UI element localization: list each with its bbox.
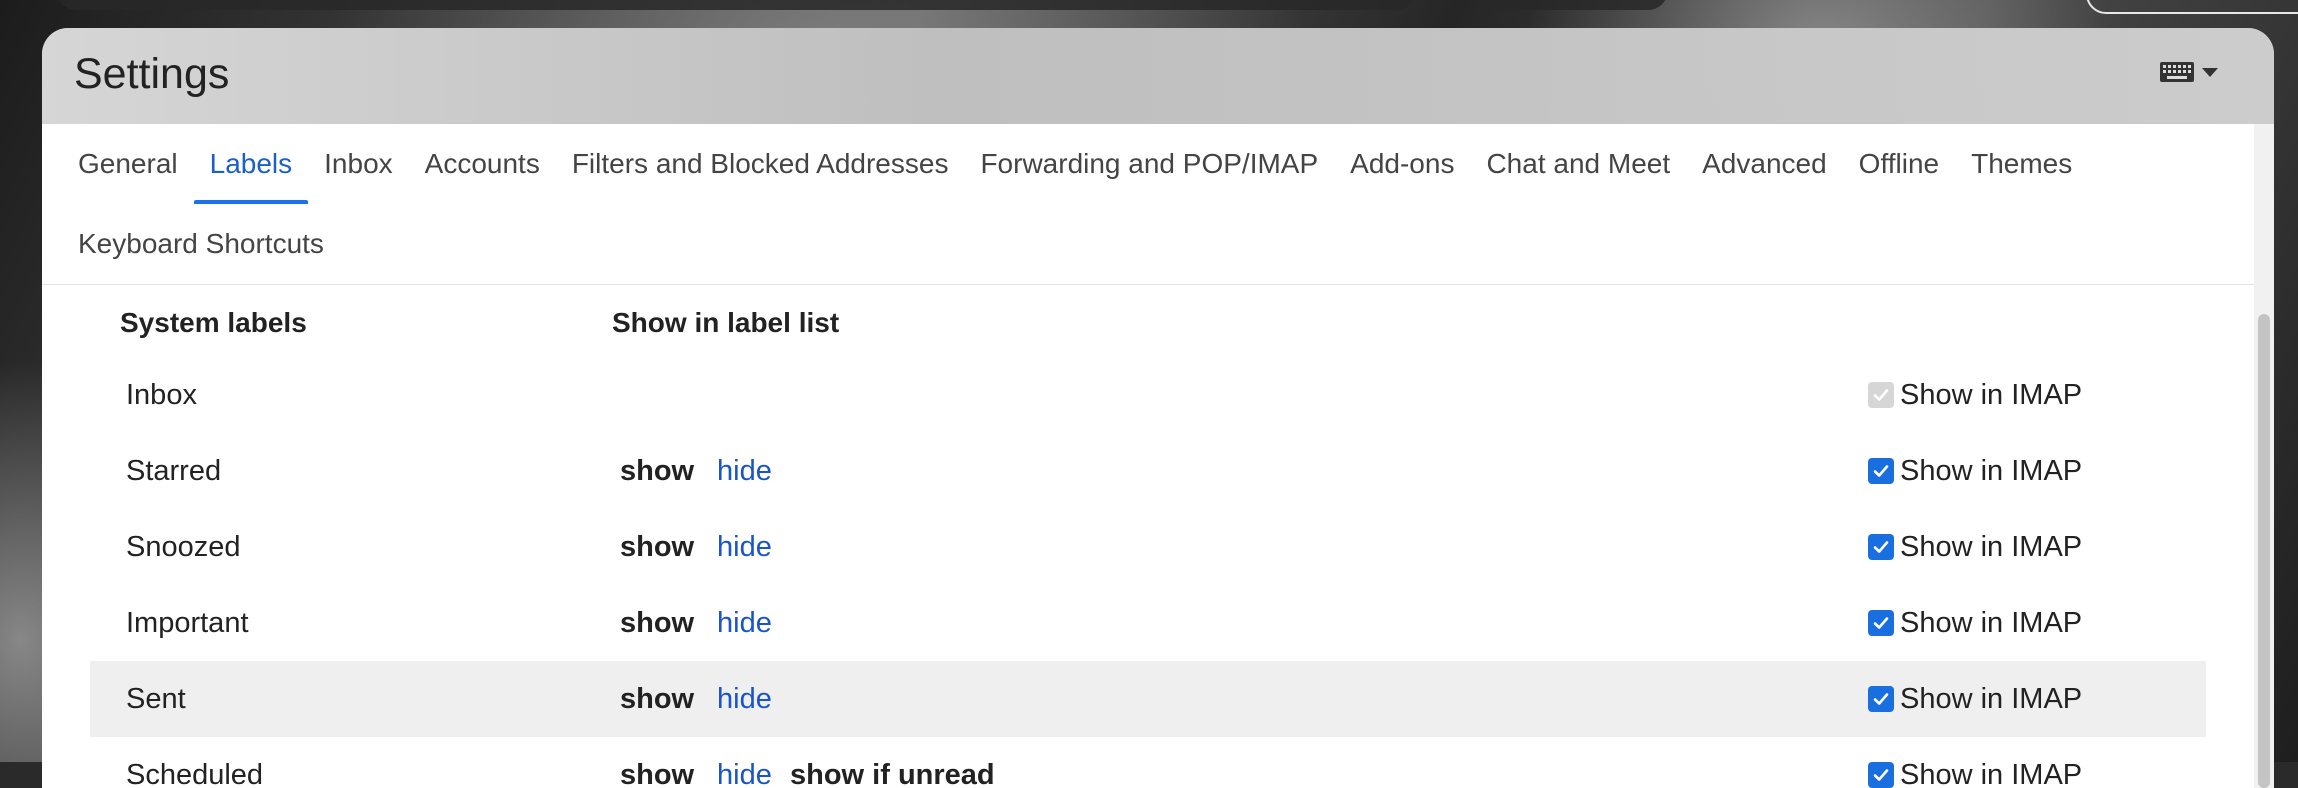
show-if-unread-option[interactable]: show if unread xyxy=(790,759,995,788)
settings-content: GeneralLabelsInboxAccountsFilters and Bl… xyxy=(42,124,2254,788)
search-bar-edge xyxy=(56,0,1416,10)
label-row: Inbox Show in IMAP xyxy=(90,357,2206,433)
hide-link[interactable]: hide xyxy=(717,455,772,488)
tab-offline[interactable]: Offline xyxy=(1843,124,1955,204)
settings-panel: Settings GeneralLabelsInboxAccountsFilte… xyxy=(42,28,2274,788)
label-name: Inbox xyxy=(126,379,197,412)
show-in-imap-checkbox[interactable] xyxy=(1868,610,1894,636)
show-in-imap-control[interactable]: Show in IMAP xyxy=(1868,455,2082,488)
label-name: Scheduled xyxy=(126,759,263,788)
tab-advanced[interactable]: Advanced xyxy=(1686,124,1843,204)
show-in-imap-label: Show in IMAP xyxy=(1900,683,2082,716)
show-option-selected: show xyxy=(620,683,694,716)
label-row: Starred show hide Show in IMAP xyxy=(90,433,2206,509)
tab-general[interactable]: General xyxy=(62,124,194,204)
labels-table: System labels Show in label list Inbox Sh… xyxy=(90,285,2206,788)
show-in-imap-label: Show in IMAP xyxy=(1900,455,2082,488)
show-option-selected: show xyxy=(620,759,694,788)
tab-chat-and-meet[interactable]: Chat and Meet xyxy=(1470,124,1686,204)
hide-link[interactable]: hide xyxy=(717,683,772,716)
label-row: Scheduled show hide show if unread Show in I… xyxy=(90,737,2206,788)
show-in-imap-checkbox[interactable] xyxy=(1868,458,1894,484)
show-option-selected: show xyxy=(620,531,694,564)
keyboard-icon xyxy=(2160,62,2194,82)
scrollbar[interactable] xyxy=(2254,124,2274,788)
label-name: Starred xyxy=(126,455,221,488)
show-option-selected: show xyxy=(620,455,694,488)
label-row: Snoozed show hide Show in IMAP xyxy=(90,509,2206,585)
page-title: Settings xyxy=(74,50,229,99)
scrollbar-thumb[interactable] xyxy=(2258,314,2270,788)
show-in-imap-label: Show in IMAP xyxy=(1900,759,2082,788)
settings-tabs: GeneralLabelsInboxAccountsFilters and Bl… xyxy=(42,124,2254,285)
label-row: Sent show hide Show in IMAP xyxy=(90,661,2206,737)
show-in-imap-label: Show in IMAP xyxy=(1900,531,2082,564)
show-option-selected: show xyxy=(620,607,694,640)
show-in-imap-control[interactable]: Show in IMAP xyxy=(1868,607,2082,640)
hide-link[interactable]: hide xyxy=(717,607,772,640)
show-in-imap-checkbox[interactable] xyxy=(1868,534,1894,560)
show-in-imap-control[interactable]: Show in IMAP xyxy=(1868,759,2082,788)
show-in-imap-label: Show in IMAP xyxy=(1900,607,2082,640)
tab-labels[interactable]: Labels xyxy=(194,124,309,204)
label-name: Snoozed xyxy=(126,531,241,564)
caret-down-icon xyxy=(2202,68,2218,77)
tab-keyboard-shortcuts[interactable]: Keyboard Shortcuts xyxy=(62,204,340,284)
show-in-imap-checkbox[interactable] xyxy=(1868,686,1894,712)
hide-link[interactable]: hide xyxy=(717,531,772,564)
system-labels-header: System labels xyxy=(120,307,307,339)
show-in-imap-control[interactable]: Show in IMAP xyxy=(1868,379,2082,412)
tab-accounts[interactable]: Accounts xyxy=(409,124,556,204)
show-in-imap-label: Show in IMAP xyxy=(1900,379,2082,412)
search-options-edge xyxy=(1488,0,1668,10)
tab-filters-and-blocked-addresses[interactable]: Filters and Blocked Addresses xyxy=(556,124,965,204)
show-in-label-list-header: Show in label list xyxy=(612,307,839,339)
tab-inbox[interactable]: Inbox xyxy=(308,124,409,204)
input-tools-button[interactable] xyxy=(2160,62,2218,82)
settings-header: Settings xyxy=(42,28,2274,124)
show-in-imap-control[interactable]: Show in IMAP xyxy=(1868,531,2082,564)
show-in-imap-control[interactable]: Show in IMAP xyxy=(1868,683,2082,716)
tab-themes[interactable]: Themes xyxy=(1955,124,2088,204)
tab-add-ons[interactable]: Add-ons xyxy=(1334,124,1470,204)
hide-link[interactable]: hide xyxy=(717,759,772,788)
account-button-edge[interactable] xyxy=(2086,0,2298,14)
show-in-imap-checkbox xyxy=(1868,382,1894,408)
show-in-imap-checkbox[interactable] xyxy=(1868,762,1894,788)
label-name: Sent xyxy=(126,683,186,716)
label-row: Important show hide Show in IMAP xyxy=(90,585,2206,661)
tab-forwarding-and-pop-imap[interactable]: Forwarding and POP/IMAP xyxy=(964,124,1334,204)
label-name: Important xyxy=(126,607,249,640)
